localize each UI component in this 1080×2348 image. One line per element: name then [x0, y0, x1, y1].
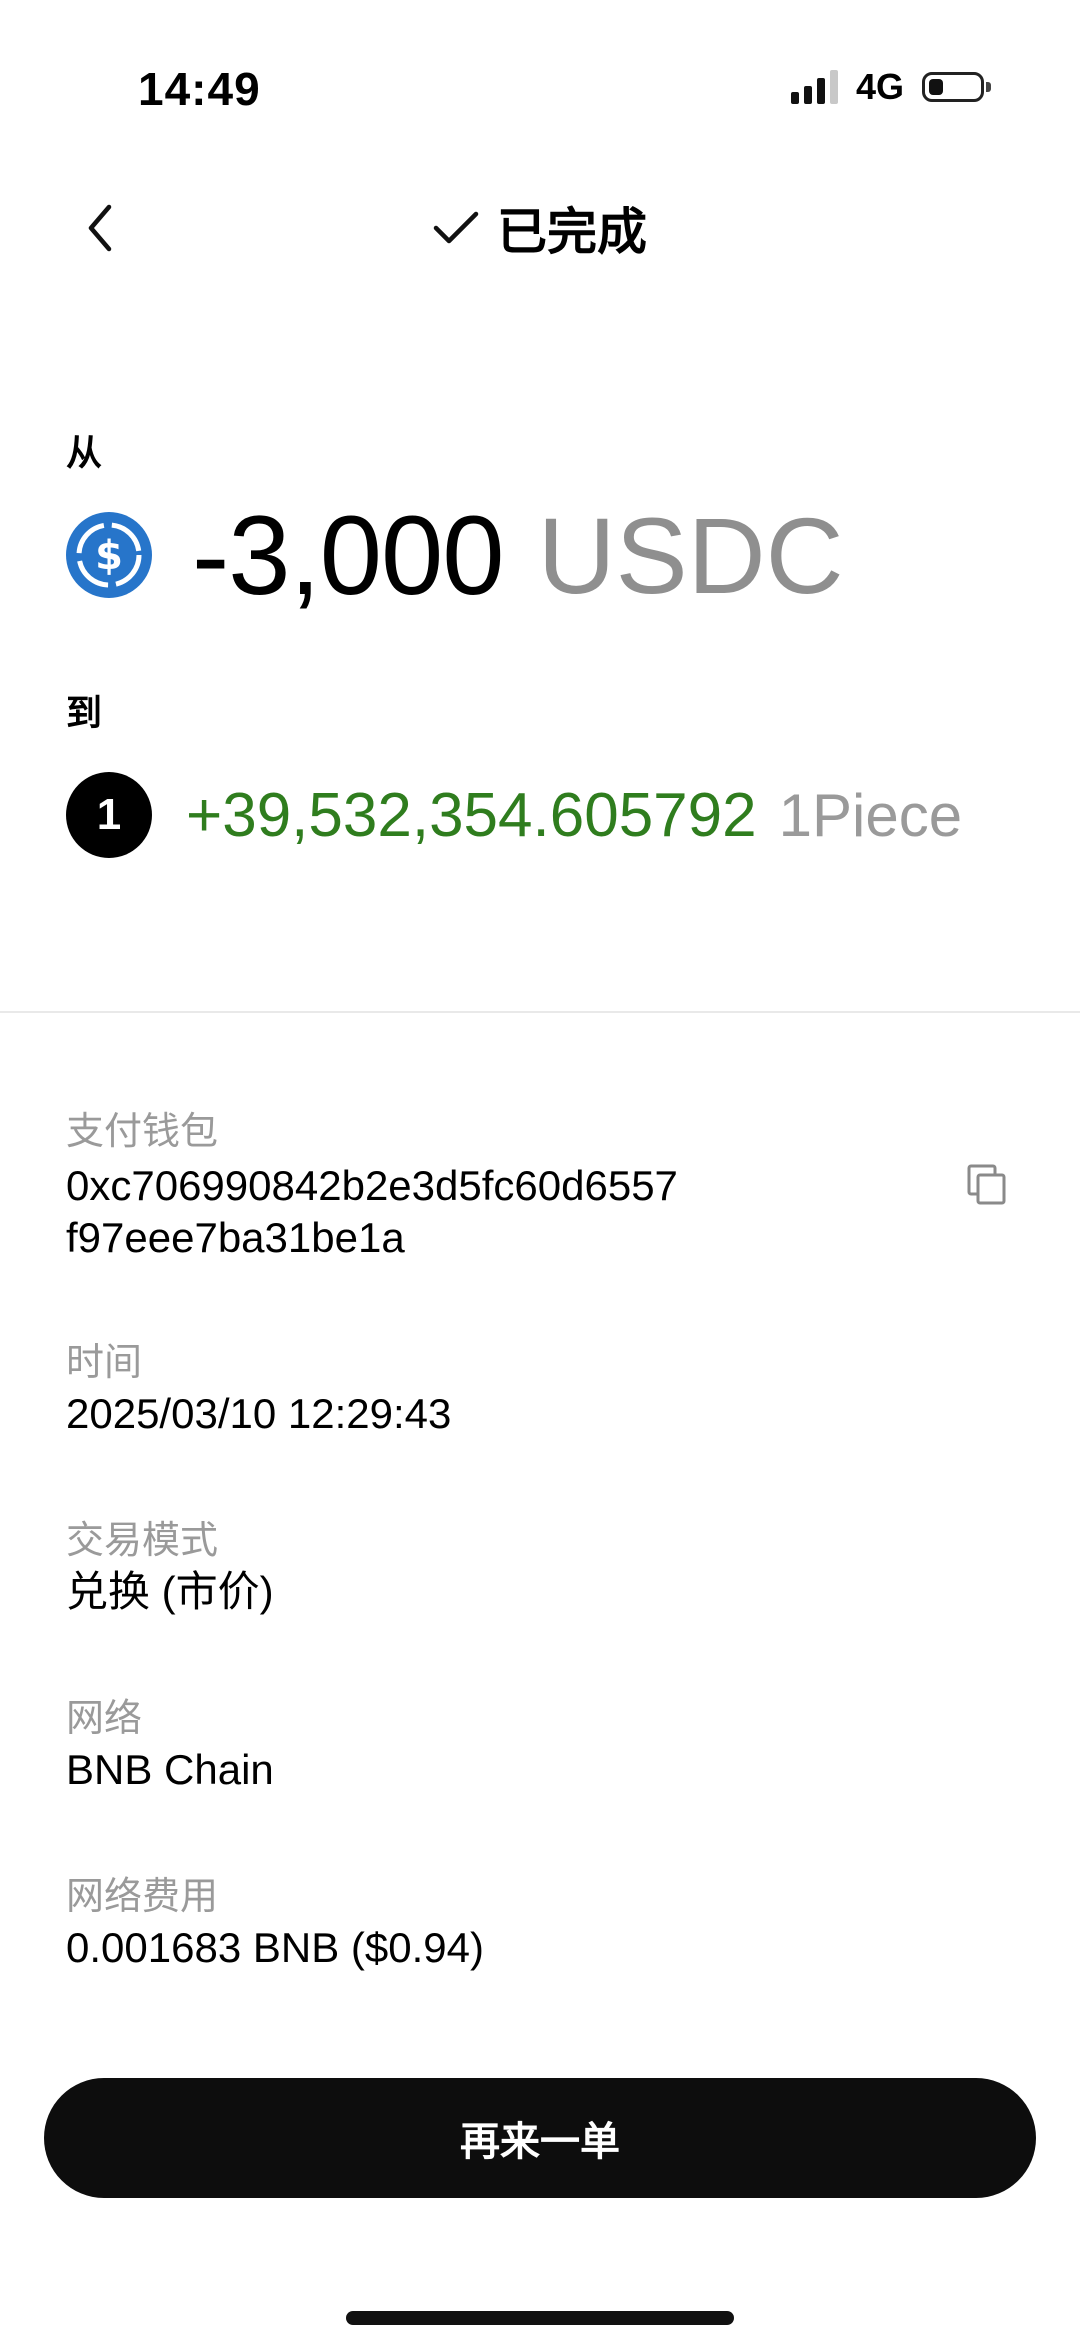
wallet-label: 支付钱包	[66, 1111, 219, 1153]
order-again-button[interactable]: 再来一单	[44, 2078, 1036, 2198]
to-label: 到	[66, 692, 103, 733]
header: 已完成	[0, 196, 1080, 260]
page-title: 已完成	[497, 204, 647, 260]
status-time: 14:49	[138, 63, 261, 115]
token-1piece-icon: 1	[66, 772, 152, 858]
status-indicators: 4G	[790, 66, 991, 108]
network-label: 网络	[66, 1698, 143, 1740]
from-row: $ -3,000 USDC	[66, 493, 844, 618]
svg-text:$: $	[95, 533, 123, 579]
from-unit: USDC	[537, 494, 844, 616]
signal-icon	[790, 70, 838, 104]
wallet-address-line-1: 0xc706990842b2e3d5fc60d6557	[66, 1162, 678, 1209]
time-value: 2025/03/10 12:29:43	[66, 1390, 452, 1437]
network-type: 4G	[855, 66, 904, 107]
usdc-coin-icon: $	[66, 512, 152, 598]
check-icon	[433, 211, 479, 244]
to-amount: +39,532,354.605792	[186, 780, 757, 850]
wallet-address: 0xc706990842b2e3d5fc60d6557 f97eee7ba31b…	[66, 1160, 678, 1264]
fee-value: 0.001683 BNB ($0.94)	[66, 1924, 484, 1971]
copy-button[interactable]	[960, 1157, 1014, 1211]
copy-icon	[967, 1164, 1006, 1205]
token-icon-text: 1	[96, 790, 122, 839]
to-unit: 1Piece	[778, 781, 963, 849]
mode-label: 交易模式	[66, 1520, 219, 1562]
wallet-address-line-2: f97eee7ba31be1a	[66, 1214, 405, 1261]
from-label: 从	[66, 432, 103, 473]
from-amount: -3,000	[192, 492, 505, 618]
home-indicator	[346, 2311, 734, 2325]
section-divider	[0, 1011, 1080, 1013]
battery-icon	[922, 72, 991, 102]
network-value: BNB Chain	[66, 1746, 274, 1793]
mode-value: 兑换 (市价)	[66, 1568, 274, 1615]
fee-label: 网络费用	[66, 1876, 219, 1918]
time-label: 时间	[66, 1342, 143, 1384]
to-row: 1 +39,532,354.605792 1Piece	[66, 772, 962, 858]
